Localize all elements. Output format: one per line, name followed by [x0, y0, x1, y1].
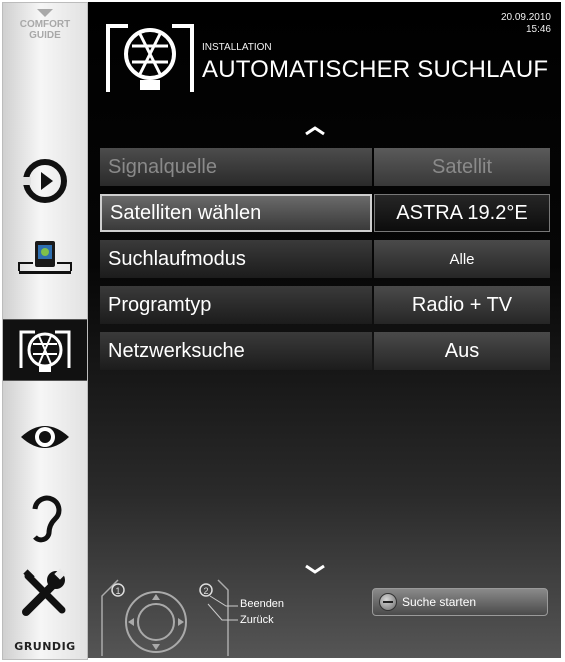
tv-menu-screen: COMFORT GUIDE GRUNDIG 20.09.2010 15:46 I… — [0, 0, 565, 662]
sidebar-item-tools[interactable] — [3, 563, 87, 623]
menu-row-label: Suchlaufmodus — [100, 240, 372, 278]
menu-row-label: Netzwerksuche — [100, 332, 372, 370]
section-label: INSTALLATION — [202, 42, 272, 53]
comfort-guide-label-line1: COMFORT — [19, 19, 71, 30]
red-key-icon — [379, 593, 397, 611]
comfort-guide-button[interactable]: COMFORT GUIDE — [3, 9, 87, 41]
menu-row-value[interactable]: Aus — [374, 332, 550, 370]
scroll-down-chevron-icon[interactable] — [304, 564, 326, 574]
menu-row-value: Satellit — [374, 148, 550, 186]
sidebar: COMFORT GUIDE GRUNDIG — [2, 2, 88, 660]
source-play-icon — [23, 159, 67, 203]
start-search-button[interactable]: Suche starten — [372, 588, 548, 616]
datetime: 20.09.2010 15:46 — [501, 12, 551, 36]
back-hint: Zurück — [240, 614, 274, 626]
menu-row-network-search[interactable]: Netzwerksuche Aus — [100, 332, 550, 370]
date-text: 20.09.2010 — [500, 12, 551, 23]
sidebar-item-sound[interactable] — [3, 489, 87, 549]
media-device-icon — [18, 241, 72, 274]
menu-row-program-type[interactable]: Programtyp Radio + TV — [100, 286, 550, 324]
key-1-label: 1 — [115, 586, 120, 596]
menu-row-search-mode[interactable]: Suchlaufmodus Alle — [100, 240, 550, 278]
key-2-label: 2 — [203, 586, 208, 596]
time-text: 15:46 — [525, 24, 551, 35]
tools-settings-icon — [22, 568, 66, 616]
menu-row-satellite-select[interactable]: Satelliten wählen ASTRA 19.2°E — [100, 194, 550, 232]
sidebar-item-installation[interactable] — [3, 319, 87, 381]
menu-row-label: Programtyp — [100, 286, 372, 324]
menu-row-label: Satelliten wählen — [100, 194, 372, 232]
sidebar-item-picture[interactable] — [3, 407, 87, 467]
scroll-up-chevron-icon[interactable] — [304, 126, 326, 136]
eye-picture-icon — [21, 426, 69, 448]
page-title: AUTOMATISCHER SUCHLAUF — [202, 56, 549, 83]
menu-row-value[interactable]: ASTRA 19.2°E — [374, 194, 550, 232]
menu-row-label: Signalquelle — [100, 148, 372, 186]
start-search-label: Suche starten — [402, 595, 477, 609]
main-panel: 20.09.2010 15:46 INSTALLATION AUTOMATISC… — [88, 2, 561, 658]
comfort-guide-label-line2: GUIDE — [29, 30, 61, 41]
triangle-down-icon — [37, 9, 53, 17]
menu-row-signal-source: Signalquelle Satellit — [100, 148, 550, 186]
sidebar-item-media[interactable] — [3, 227, 87, 287]
menu-row-value[interactable]: Radio + TV — [374, 286, 550, 324]
installation-header-icon — [106, 24, 194, 92]
grundig-logo: GRUNDIG — [14, 640, 76, 653]
exit-hint: Beenden — [240, 598, 285, 610]
sidebar-item-source[interactable] — [3, 151, 87, 211]
remote-navigation-icon: 1 2 — [101, 579, 238, 656]
menu-row-value[interactable]: Alle — [374, 240, 550, 278]
ear-sound-icon — [32, 495, 62, 543]
installation-dish-icon — [19, 330, 71, 372]
